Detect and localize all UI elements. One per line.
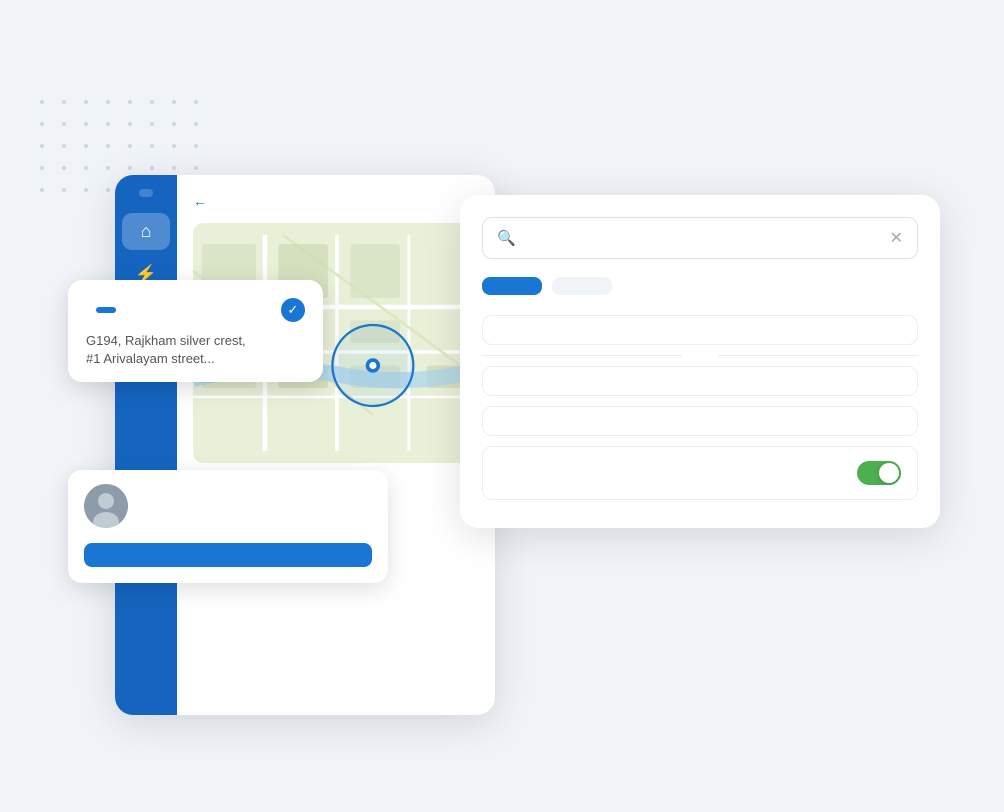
hub-card: ✓ G194, Rajkham silver crest,#1 Arivalay…	[68, 280, 323, 382]
toggle-knob	[879, 463, 899, 483]
store-wizard-panel: ⌂ ⚡ 📍 ←	[115, 175, 495, 715]
divider-line-left	[482, 355, 682, 356]
sidebar-logo	[139, 189, 153, 197]
store-name-field[interactable]	[482, 315, 918, 345]
divider-line-right	[718, 355, 918, 356]
wizard-sidebar: ⌂ ⚡ 📍	[115, 175, 177, 715]
hub-check-icon: ✓	[281, 298, 305, 322]
driver-info	[84, 484, 372, 528]
store-detail-panel: 🔍 ✕	[460, 195, 940, 528]
search-bar[interactable]: 🔍 ✕	[482, 217, 918, 259]
back-arrow-icon: ←	[193, 193, 207, 209]
home-icon: ⌂	[141, 221, 152, 242]
sidebar-item-home[interactable]: ⌂	[122, 213, 170, 250]
delivery-zones-row	[482, 446, 918, 500]
delivery-zones-toggle[interactable]	[857, 461, 901, 485]
hub-address: G194, Rajkham silver crest,#1 Arivalayam…	[86, 332, 305, 368]
search-clear-icon[interactable]: ✕	[890, 228, 903, 248]
link-driver-button[interactable]	[84, 543, 372, 567]
tab-hub[interactable]	[482, 277, 542, 295]
search-icon: 🔍	[497, 229, 516, 247]
hub-badge	[96, 307, 116, 313]
driver-card	[68, 470, 388, 583]
scene: const dp = document.querySelector('.dot-…	[0, 0, 1004, 812]
tab-store[interactable]	[552, 277, 612, 295]
open-timings-field[interactable]	[482, 406, 918, 436]
optional-divider	[482, 355, 918, 356]
driver-avatar	[84, 484, 128, 528]
hub-card-header: ✓	[86, 298, 305, 322]
wizard-content: ←	[177, 175, 495, 715]
tab-group	[482, 277, 918, 295]
delivery-type-field[interactable]	[482, 366, 918, 396]
step-nav: ←	[193, 193, 479, 209]
